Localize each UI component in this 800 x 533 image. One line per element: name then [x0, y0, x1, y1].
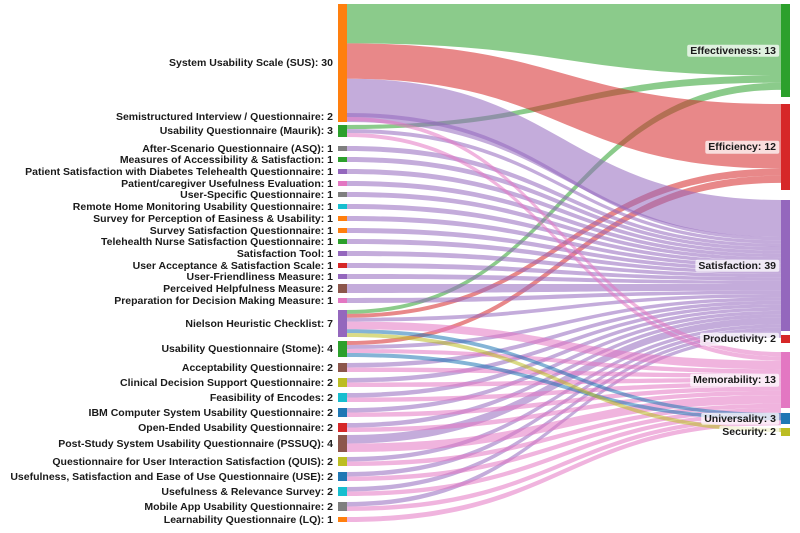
sankey-node-security[interactable]: [781, 428, 790, 436]
node-label-oeuq: Open-Ended Usability Questionnaire: 2: [138, 421, 333, 434]
sankey-node-stome[interactable]: [338, 341, 347, 357]
node-label-cdsq: Clinical Decision Support Questionnaire:…: [120, 376, 333, 389]
node-label-asq: After-Scenario Questionnaire (ASQ): 1: [142, 142, 333, 155]
node-label-acceptq: Acceptability Questionnaire: 2: [181, 361, 333, 374]
sankey-node-quis[interactable]: [338, 457, 347, 466]
node-label-ufm: User-Friendliness Measure: 1: [186, 270, 333, 283]
sankey-canvas: [338, 4, 790, 522]
sankey-node-urs[interactable]: [338, 487, 347, 496]
node-label-ssq: Survey Satisfaction Questionnaire: 1: [149, 224, 333, 237]
sankey-node-psdtq[interactable]: [338, 169, 347, 174]
sankey-node-cdsq[interactable]: [338, 378, 347, 387]
sankey-node-asq[interactable]: [338, 146, 347, 151]
node-label-rhmuq: Remote Home Monitoring Usability Questio…: [72, 200, 333, 213]
node-label-csuq: IBM Computer System Usability Questionna…: [88, 406, 333, 419]
sankey-node-maurik[interactable]: [338, 125, 347, 137]
node-label-maurik: Usability Questionnaire (Maurik): 3: [159, 124, 333, 137]
sankey-node-phm[interactable]: [338, 284, 347, 293]
sankey-node-ssq[interactable]: [338, 228, 347, 233]
sankey-node-uass[interactable]: [338, 263, 347, 268]
sankey-node-usq[interactable]: [338, 192, 347, 197]
sankey-node-universality[interactable]: [781, 413, 790, 424]
node-label-foe: Feasibility of Encodes: 2: [209, 391, 333, 404]
node-label-sus: System Usability Scale (SUS): 30: [169, 56, 333, 69]
sankey-node-pdmm[interactable]: [338, 298, 347, 303]
node-label-stool: Satisfaction Tool: 1: [236, 247, 333, 260]
node-label-pssuq: Post-Study System Usability Questionnair…: [58, 437, 333, 450]
node-label-phm: Perceived Helpfulness Measure: 2: [163, 282, 333, 295]
node-label-universality: Universality: 3: [701, 412, 779, 425]
sankey-node-speu[interactable]: [338, 216, 347, 221]
node-label-productivity: Productivity: 2: [700, 332, 779, 346]
sankey-node-efficiency[interactable]: [781, 104, 790, 190]
node-label-security: Security: 2: [719, 425, 779, 439]
sankey-node-use[interactable]: [338, 472, 347, 481]
sankey-node-stool[interactable]: [338, 251, 347, 256]
sankey-node-lq[interactable]: [338, 517, 347, 522]
node-label-psdtq: Patient Satisfaction with Diabetes Teleh…: [25, 165, 333, 178]
sankey-node-tnsq[interactable]: [338, 239, 347, 244]
node-label-lq: Learnability Questionnaire (LQ): 1: [163, 513, 333, 526]
node-label-use: Usefulness, Satisfaction and Ease of Use…: [10, 470, 333, 483]
node-label-efficiency: Efficiency: 12: [705, 140, 779, 154]
sankey-node-memorability[interactable]: [781, 352, 790, 408]
sankey-node-sus[interactable]: [338, 4, 347, 122]
sankey-figure: System Usability Scale (SUS): 30 Semistru…: [0, 0, 800, 533]
node-label-quis: Questionnaire for User Interaction Satis…: [52, 455, 333, 468]
sankey-node-mauq[interactable]: [338, 502, 347, 511]
node-label-mas: Measures of Accessibility & Satisfaction…: [119, 153, 333, 166]
sankey-node-semi[interactable]: [338, 113, 347, 121]
sankey-node-rhmuq[interactable]: [338, 204, 347, 209]
sankey-node-acceptq[interactable]: [338, 363, 347, 372]
node-label-pcue: Patient/caregiver Usefulness Evaluation:…: [121, 177, 333, 190]
sankey-node-mas[interactable]: [338, 157, 347, 162]
node-label-stome: Usability Questionnaire (Stome): 4: [161, 342, 333, 355]
node-label-pdmm: Preparation for Decision Making Measure:…: [114, 294, 333, 307]
node-label-nielson: Nielson Heuristic Checklist: 7: [185, 317, 333, 330]
sankey-node-satisfaction[interactable]: [781, 200, 790, 331]
sankey-node-pssuq[interactable]: [338, 435, 347, 452]
node-label-usq: User-Specific Questionnaire: 1: [180, 188, 333, 201]
sankey-node-ufm[interactable]: [338, 274, 347, 279]
node-label-effectiveness: Effectiveness: 13: [687, 44, 779, 57]
node-label-memorability: Memorability: 13: [690, 373, 779, 387]
node-label-semi: Semistructured Interview / Questionnaire…: [115, 110, 333, 123]
node-label-urs: Usefulness & Relevance Survey: 2: [161, 485, 333, 498]
sankey-node-productivity[interactable]: [781, 335, 790, 343]
sankey-node-oeuq[interactable]: [338, 423, 347, 432]
node-label-tnsq: Telehealth Nurse Satisfaction Questionna…: [100, 235, 333, 248]
sankey-node-nielson[interactable]: [338, 310, 347, 337]
sankey-node-pcue[interactable]: [338, 181, 347, 186]
sankey-node-foe[interactable]: [338, 393, 347, 402]
sankey-node-csuq[interactable]: [338, 408, 347, 417]
node-label-satisfaction: Satisfaction: 39: [695, 259, 779, 272]
sankey-node-effectiveness[interactable]: [781, 4, 790, 97]
node-label-speu: Survey for Perception of Easiness & Usab…: [93, 212, 333, 225]
node-label-uass: User Acceptance & Satisfaction Scale: 1: [132, 259, 333, 272]
node-label-mauq: Mobile App Usability Questionnaire: 2: [144, 500, 333, 513]
